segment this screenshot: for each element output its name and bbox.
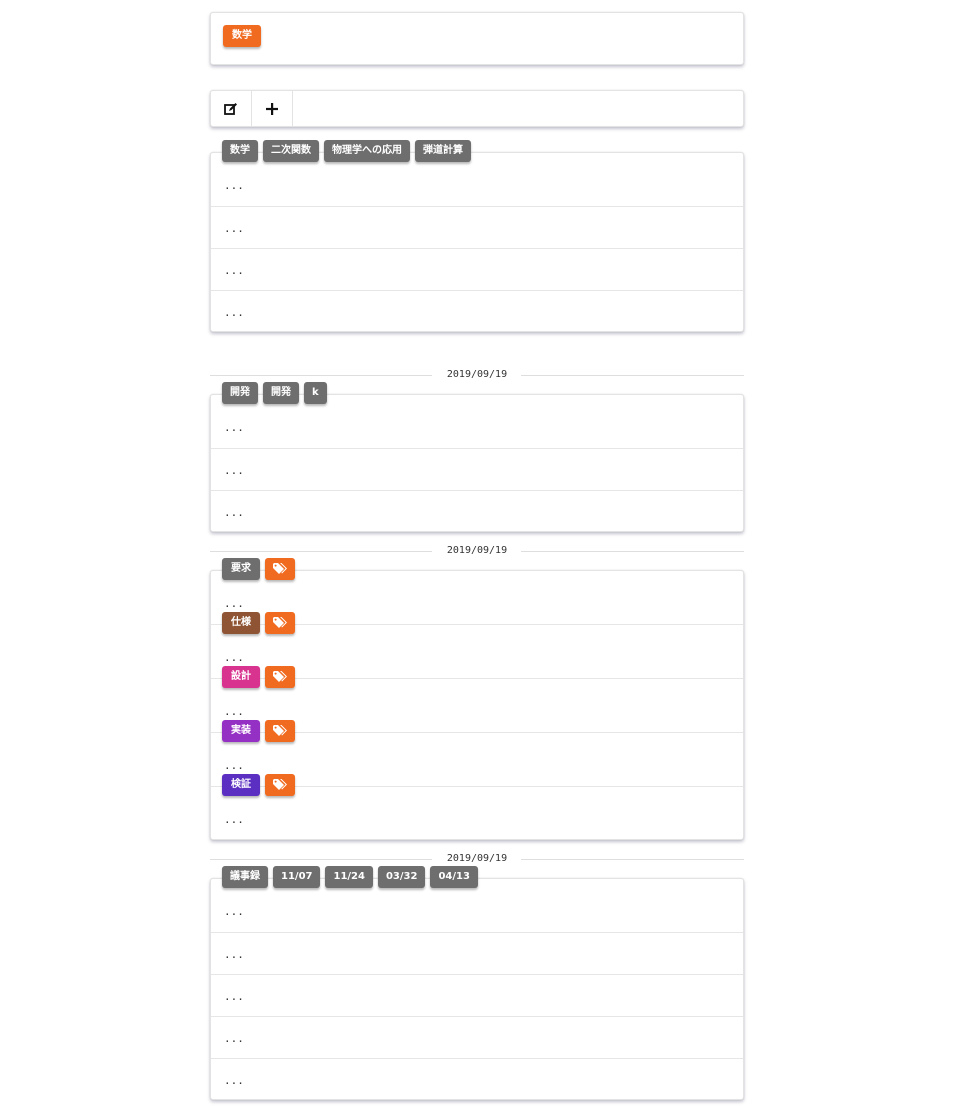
tags-icon (273, 671, 287, 682)
edit-icon (224, 102, 237, 115)
list-item[interactable]: ... (211, 490, 743, 532)
tag-chip[interactable]: 弾道計算 (415, 140, 471, 162)
tag-chip[interactable]: 議事録 (222, 866, 268, 888)
list-item-text: ... (224, 1032, 244, 1045)
tags-icon (273, 617, 287, 628)
list-item[interactable]: ... (211, 932, 743, 974)
tag-chip[interactable]: 04/13 (430, 866, 478, 888)
stage-chip[interactable]: 設計 (222, 666, 260, 688)
note-card-minutes: ... ... ... ... ... (210, 878, 744, 1100)
tags-button[interactable] (265, 666, 295, 688)
list-item-text: ... (224, 179, 244, 192)
list-item-text: ... (224, 306, 244, 319)
stage-chip[interactable]: 要求 (222, 558, 260, 580)
edit-button[interactable] (211, 91, 252, 126)
list-item-text: ... (224, 1074, 244, 1087)
list-item-text: ... (224, 759, 244, 772)
list-item-text: ... (224, 651, 244, 664)
list-item-text: ... (224, 990, 244, 1003)
stage-tags: 仕様 (222, 612, 295, 634)
list-item-text: ... (224, 905, 244, 918)
stage-tags: 検証 (222, 774, 295, 796)
stage-chip[interactable]: 実装 (222, 720, 260, 742)
tags-icon (273, 779, 287, 790)
tag-chip[interactable]: 11/07 (273, 866, 321, 888)
toolbar (210, 90, 744, 127)
tags-button[interactable] (265, 612, 295, 634)
note-card-dev: ... ... ... (210, 394, 744, 532)
list-item[interactable]: ... (211, 290, 743, 332)
tags-button[interactable] (265, 558, 295, 580)
date-separator: 2019/09/19 (210, 368, 744, 382)
list-item[interactable]: ... (211, 448, 743, 490)
subject-panel: 数学 (210, 12, 744, 65)
tag-chip[interactable]: 11/24 (325, 866, 373, 888)
date-label: 2019/09/19 (446, 545, 508, 556)
tag-list: 開発 開発 k (222, 382, 327, 404)
tags-icon (273, 563, 287, 574)
add-button[interactable] (252, 91, 293, 126)
tag-list: 議事録 11/07 11/24 03/32 04/13 (222, 866, 478, 888)
stage-tags: 設計 (222, 666, 295, 688)
list-item-text: ... (224, 705, 244, 718)
tag-chip[interactable]: k (304, 382, 327, 404)
list-item[interactable]: ... (211, 1058, 743, 1100)
subject-chip[interactable]: 数学 (223, 25, 261, 47)
tag-chip[interactable]: 開発 (263, 382, 299, 404)
stage-tags: 実装 (222, 720, 295, 742)
stage-chip[interactable]: 仕様 (222, 612, 260, 634)
tags-icon (273, 725, 287, 736)
list-item-text: ... (224, 264, 244, 277)
tag-chip[interactable]: 03/32 (377, 866, 426, 888)
tags-button[interactable] (265, 720, 295, 742)
list-item-text: ... (224, 421, 244, 434)
tags-button[interactable] (265, 774, 295, 796)
list-item-text: ... (224, 948, 244, 961)
tag-chip[interactable]: 開発 (222, 382, 258, 404)
list-item-text: ... (224, 464, 244, 477)
stage-chip[interactable]: 検証 (222, 774, 260, 796)
list-item[interactable]: ... (211, 974, 743, 1016)
list-item[interactable]: ... (211, 1016, 743, 1058)
date-separator: 2019/09/19 (210, 544, 744, 558)
note-card-process: ... ... ... ... ... (210, 570, 744, 840)
tag-chip[interactable]: 二次関数 (263, 140, 319, 162)
list-item-text: ... (224, 813, 244, 826)
date-separator: 2019/09/19 (210, 852, 744, 866)
date-label: 2019/09/19 (446, 853, 508, 864)
tag-chip[interactable]: 物理学への応用 (324, 140, 410, 162)
plus-icon (266, 102, 278, 115)
tag-list: 数学 二次関数 物理学への応用 弾道計算 (222, 140, 471, 162)
date-label: 2019/09/19 (446, 369, 508, 380)
list-item-text: ... (224, 597, 244, 610)
list-item[interactable]: ... (211, 248, 743, 290)
list-item-text: ... (224, 222, 244, 235)
list-item[interactable]: ... (211, 206, 743, 248)
list-item-text: ... (224, 506, 244, 519)
stage-tags: 要求 (222, 558, 295, 580)
note-card-math: ... ... ... ... (210, 152, 744, 332)
tag-chip[interactable]: 数学 (222, 140, 258, 162)
